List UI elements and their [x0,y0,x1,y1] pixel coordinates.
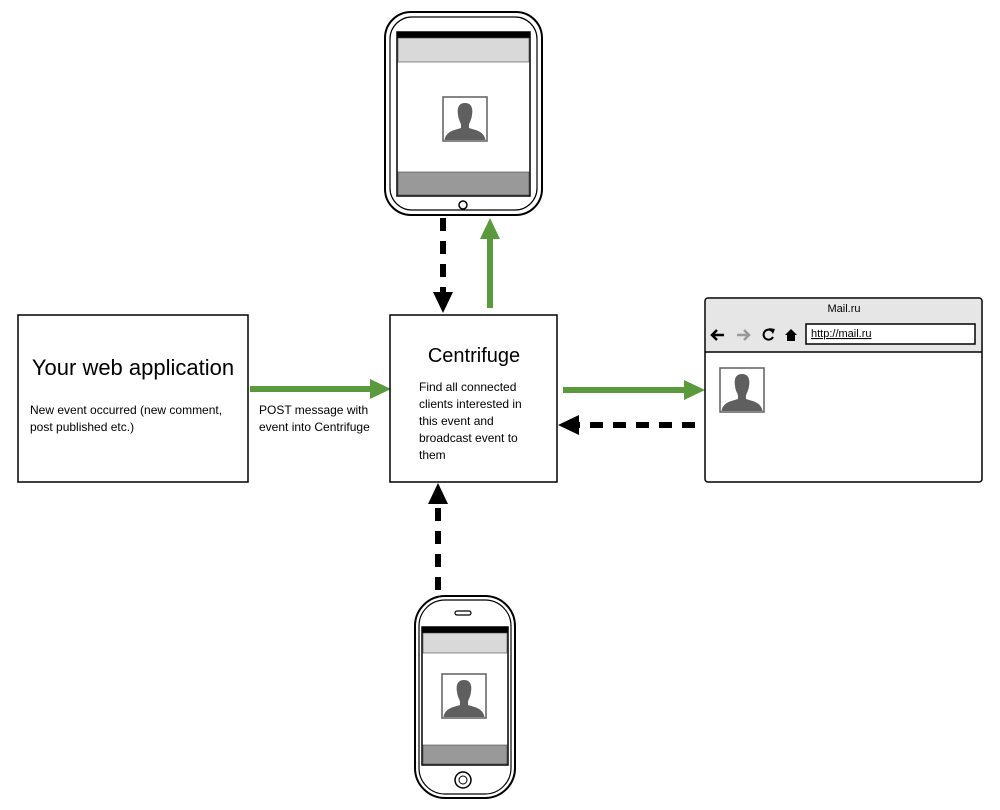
post-label: POST message with [259,403,368,417]
post-arrow [250,379,391,399]
home-button-icon [458,200,468,210]
browser-request-arrow [558,415,695,435]
tablet-device [384,11,543,216]
centrifuge-text: broadcast event to [419,431,518,445]
centrifuge-box: Centrifuge Find all connected clients in… [389,314,558,483]
web-app-text: New event occurred (new comment, [30,403,222,417]
speaker-icon [454,610,472,616]
avatar-icon [442,96,488,142]
browser-title: Mail.ru [827,303,860,315]
centrifuge-diagram: Your web application New event occurred … [17,11,983,799]
centrifuge-text: this event and [419,414,494,428]
avatar-icon [719,367,765,413]
phone-request-arrow [428,483,448,590]
centrifuge-text: them [419,448,446,462]
centrifuge-text: Find all connected [419,380,516,394]
url-text: http://mail.ru [811,328,872,340]
web-application-box: Your web application New event occurred … [17,314,249,483]
post-label: event into Centrifuge [259,420,370,434]
tablet-push-arrow [480,218,500,308]
browser-window: Mail.ru http://mail.ru [704,297,983,483]
web-app-text: post published etc.) [30,420,134,434]
centrifuge-text: clients interested in [419,397,522,411]
avatar-icon [441,673,487,719]
browser-push-arrow [563,380,705,400]
phone-device [414,595,516,799]
centrifuge-title: Centrifuge [428,345,520,367]
web-app-title: Your web application [32,355,234,380]
tablet-request-arrow [433,218,453,313]
